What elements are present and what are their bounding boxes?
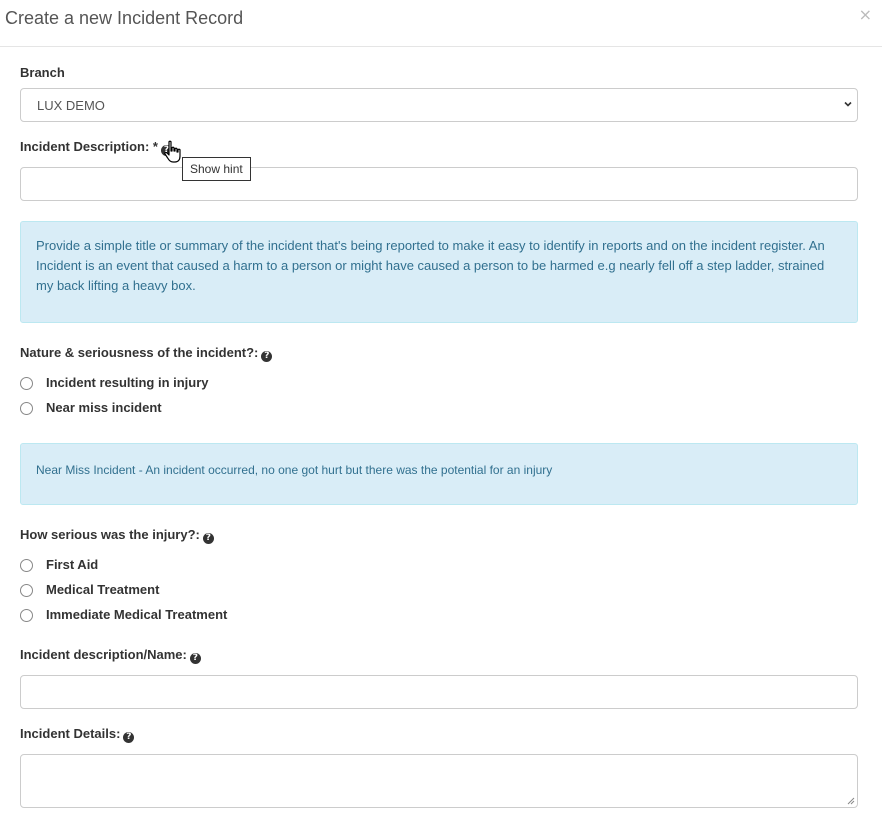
branch-label: Branch <box>20 65 65 80</box>
chevron-down-icon <box>844 101 852 107</box>
incident-name-label: Incident description/Name:? <box>20 647 201 664</box>
nature-option-label: Incident resulting in injury <box>46 375 209 390</box>
modal-title: Create a new Incident Record <box>5 8 244 28</box>
modal-header: Create a new Incident Record × <box>0 0 882 47</box>
radio-button[interactable] <box>20 559 33 572</box>
injury-label-text: How serious was the injury?: <box>20 527 200 542</box>
branch-select[interactable]: LUX DEMO <box>20 88 858 122</box>
incident-description-label-text: Incident Description: * <box>20 139 158 154</box>
incident-description-hint: Provide a simple title or summary of the… <box>20 221 858 323</box>
incident-description-input[interactable] <box>20 167 858 201</box>
incident-details-label: Incident Details:? <box>20 726 135 743</box>
injury-option-label: Medical Treatment <box>46 582 160 597</box>
radio-button[interactable] <box>20 609 33 622</box>
near-miss-hint-text: Near Miss Incident - An incident occurre… <box>36 463 553 477</box>
nature-label: Nature & seriousness of the incident?:? <box>20 345 273 362</box>
near-miss-hint: Near Miss Incident - An incident occurre… <box>20 443 858 505</box>
question-circle-icon[interactable]: ? <box>202 533 214 544</box>
radio-button[interactable] <box>20 402 33 415</box>
close-icon[interactable]: × <box>859 5 872 24</box>
question-circle-icon[interactable]: ? <box>261 351 273 362</box>
incident-name-label-text: Incident description/Name: <box>20 647 187 662</box>
nature-option-label: Near miss incident <box>46 400 162 415</box>
incident-description-label: Incident Description: *? <box>20 139 172 156</box>
hand-pointer-icon <box>164 140 181 163</box>
injury-label: How serious was the injury?:? <box>20 527 214 544</box>
incident-details-label-text: Incident Details: <box>20 726 121 741</box>
question-circle-icon[interactable]: ? <box>123 732 135 743</box>
injury-option-label: Immediate Medical Treatment <box>46 607 228 622</box>
branch-select-value: LUX DEMO <box>37 98 105 113</box>
radio-button[interactable] <box>20 584 33 597</box>
resize-handle-icon[interactable] <box>847 797 855 805</box>
nature-label-text: Nature & seriousness of the incident?: <box>20 345 259 360</box>
incident-name-input[interactable] <box>20 675 858 709</box>
show-hint-tooltip: Show hint <box>182 157 251 181</box>
radio-button[interactable] <box>20 377 33 390</box>
injury-option-label: First Aid <box>46 557 99 572</box>
incident-details-textarea[interactable] <box>20 754 858 808</box>
incident-description-hint-text: Provide a simple title or summary of the… <box>36 238 825 293</box>
question-circle-icon[interactable]: ? <box>189 653 201 664</box>
